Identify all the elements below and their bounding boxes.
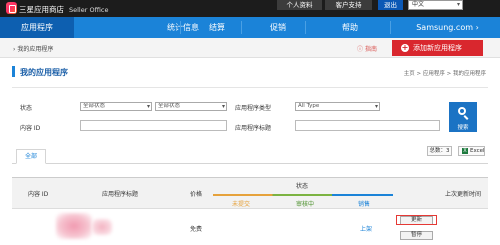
status-select-1[interactable]: 全部状态 [80,102,152,111]
search-icon [458,107,466,115]
guide-link[interactable]: ⓘ 指南 [357,44,377,53]
search-button[interactable]: 搜索 [449,102,477,132]
nav-item-promotion[interactable]: 促销 [243,17,313,38]
app-title-input[interactable] [295,120,440,131]
column-header-last-updated: 上次更新时间 [445,191,482,198]
row-price: 免费 [190,226,203,233]
excel-export-button[interactable]: X Excel [458,146,485,156]
column-header-status: 状态 [296,183,309,190]
nav-item-samsung[interactable]: Samsung.com › [395,17,500,38]
app-icon-blurred [56,213,92,239]
add-new-app-label: 添加新应用程序 [413,44,462,52]
tab-all[interactable]: 全部 [16,149,46,164]
app-title-label: 应用程序标题 [235,125,272,132]
nav-item-apps[interactable]: 应用程序 [0,17,74,38]
top-bar: 三星应用商店 Seller Office 个人资料 客户支持 退出 中文 [0,0,500,17]
guide-label: 指南 [364,46,377,53]
status-label: 状态 [20,105,33,112]
title-accent-bar [12,66,15,77]
chevron-right-icon: › [475,23,479,32]
suspend-button[interactable]: 暂停 [400,231,433,240]
total-count: 总数：3 [427,146,452,156]
app-type-label: 应用程序类型 [235,105,272,112]
add-new-app-button[interactable]: + 添加新应用程序 [392,40,483,56]
divider [12,87,488,88]
brand: 三星应用商店 Seller Office [19,4,108,15]
status-color-bar [213,194,393,196]
chevron-right-icon: › [13,46,16,53]
language-select[interactable]: 中文 [408,0,463,10]
search-button-label: 搜索 [457,125,469,131]
brand-subtitle: Seller Office [69,6,109,14]
column-header-app-title: 应用程序标题 [102,191,139,198]
app-title-blurred [92,219,112,235]
status-sale: 销售 [358,201,371,208]
status-reviewing: 审核中 [296,201,315,208]
breadcrumb-current[interactable]: 我的应用程序 [17,46,53,53]
galaxy-store-logo-icon [6,2,17,14]
nav-divider [390,21,391,34]
tab-baseline [12,163,488,164]
excel-icon: X [462,148,468,154]
brand-title: 三星应用商店 [19,5,64,14]
update-button-highlight [396,215,437,225]
status-not-submitted: 未提交 [232,201,251,208]
nav-divider [180,21,181,34]
account-link[interactable]: 个人资料 [277,0,322,10]
page-path: 主页 > 应用程序 > 我的应用程序 [403,71,486,77]
logout-button[interactable]: 退出 [378,0,403,10]
nav-divider [305,21,306,34]
column-header-price: 价格 [190,191,203,198]
nav-item-samsung-label: Samsung.com [416,23,474,32]
row-sale-status[interactable]: 上架 [360,224,372,233]
plus-icon: + [401,43,409,52]
app-type-select[interactable]: All Type [295,102,380,111]
help-icon: ⓘ [357,46,364,53]
content-id-label: 内容 ID [20,125,41,132]
search-icon-handle [463,115,469,120]
column-header-content-id: 内容 ID [28,191,49,198]
page-title: 我的应用程序 [20,68,68,77]
nav-divider [241,21,242,34]
content-id-input[interactable] [80,120,227,131]
support-link[interactable]: 客户支持 [325,0,372,10]
nav-item-help[interactable]: 帮助 [315,17,385,38]
breadcrumb: › 我的应用程序 [13,44,53,53]
excel-label: Excel [470,148,485,154]
main-nav: 应用程序 统计信息 结算 促销 帮助 Samsung.com › [0,17,500,38]
status-select-2[interactable]: 全部状态 [155,102,227,111]
